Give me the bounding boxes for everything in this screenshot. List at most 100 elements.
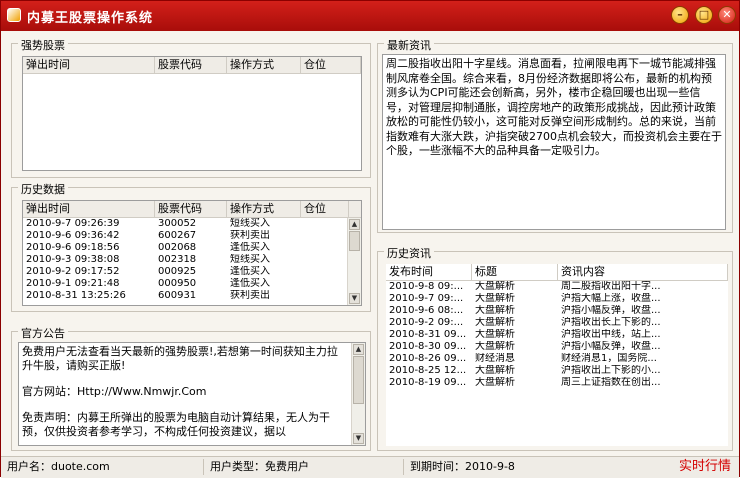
history-cell: 600267 [158, 230, 197, 241]
strong-stocks-label: 强势股票 [18, 37, 68, 53]
column-header[interactable]: 股票代码 [155, 57, 227, 73]
maximize-button[interactable]: □ [695, 6, 713, 24]
news-history-cell: 2010-9-2 09:... [389, 317, 464, 328]
column-header[interactable]: 操作方式 [227, 57, 301, 73]
scroll-down-icon[interactable]: ▼ [349, 293, 360, 304]
history-data-list[interactable]: 弹出时间 股票代码 操作方式 仓位 2010-9-7 09:26:39 30005… [22, 200, 362, 306]
history-cell: 000950 [158, 278, 197, 289]
history-rows: 2010-9-7 09:26:39 300052 短线买入 2010-9-6 09:3… [23, 218, 361, 302]
news-history-row[interactable]: 2010-9-6 08:... 大盘解析 沪指小幅反弹，收盘... [386, 305, 728, 317]
history-cell: 逢低买入 [230, 278, 270, 289]
close-button[interactable]: ✕ [718, 6, 736, 24]
news-history-cell: 周二股指收出阳十字... [561, 281, 661, 292]
history-cell: 2010-9-1 09:21:48 [26, 278, 120, 289]
news-history-cell: 沪指大幅上涨，收盘... [561, 293, 661, 304]
news-history-cell: 2010-8-26 09... [389, 353, 467, 364]
news-history-cell: 沪指小幅反弹，收盘... [561, 305, 661, 316]
notice-textbox[interactable]: 免费用户无法查看当天最新的强势股票!,若想第一时间获知主力拉升牛股，请购买正版!… [18, 342, 366, 446]
history-row[interactable]: 2010-9-3 09:38:08 002318 短线买入 [23, 254, 361, 266]
column-header[interactable]: 仓位 [301, 201, 349, 217]
news-history-group: 历史资讯 发布时间 标题 资讯内容 2010-9-8 09:... 大盘解析 周二股… [377, 245, 733, 451]
scroll-up-icon[interactable]: ▲ [353, 344, 364, 355]
app-logo-icon [7, 8, 21, 22]
column-header[interactable]: 股票代码 [155, 201, 227, 217]
history-cell: 2010-9-3 09:38:08 [26, 254, 120, 265]
scroll-up-icon[interactable]: ▲ [349, 219, 360, 230]
history-cell [301, 242, 349, 254]
news-history-row[interactable]: 2010-8-30 09... 大盘解析 沪指小幅反弹，收盘... [386, 341, 728, 353]
scroll-down-icon[interactable]: ▼ [353, 433, 364, 444]
status-username: 用户名：duote.com [7, 460, 110, 473]
news-history-row[interactable]: 2010-8-26 09... 财经消息 财经消息1，国务院... [386, 353, 728, 365]
notice-label: 官方公告 [18, 325, 68, 341]
scroll-thumb[interactable] [349, 231, 360, 251]
news-history-cell: 2010-8-30 09... [389, 341, 467, 352]
history-scrollbar[interactable]: ▲ ▼ [347, 218, 361, 305]
history-cell [301, 290, 349, 302]
history-cell: 600931 [158, 290, 197, 301]
news-history-cell: 2010-9-6 08:... [389, 305, 464, 316]
window-title: 内募王股票操作系统 [27, 11, 154, 26]
news-history-row[interactable]: 2010-9-2 09:... 大盘解析 沪指收出长上下影的... [386, 317, 728, 329]
news-history-header: 发布时间 标题 资讯内容 [386, 264, 728, 281]
notice-line1: 免费用户无法查看当天最新的强势股票!,若想第一时间获知主力拉升牛股，请购买正版! [22, 345, 338, 372]
status-expire-date: 到期时间：2010-9-8 [403, 459, 590, 475]
notice-disclaimer: 免责声明：内募王所弹出的股票为电脑自动计算结果，无人为干预，仅供投资者参考学习，… [22, 411, 330, 438]
notice-website[interactable]: 官方网站：Http://Www.Nmwjr.Com [22, 385, 347, 399]
live-quotes-link[interactable]: 实时行情 [679, 459, 731, 475]
news-history-row[interactable]: 2010-9-7 09:... 大盘解析 沪指大幅上涨，收盘... [386, 293, 728, 305]
latest-news-group: 最新资讯 周二股指收出阳十字星线。消息面看，拉闸限电再下一城节能减排强制风席卷全… [377, 37, 733, 233]
column-header[interactable]: 发布时间 [386, 264, 472, 280]
news-history-cell: 财经消息1，国务院... [561, 353, 657, 364]
latest-news-text[interactable]: 周二股指收出阳十字星线。消息面看，拉闸限电再下一城节能减排强制风席卷全国。综合来… [382, 54, 726, 230]
history-cell [301, 266, 349, 278]
news-history-cell: 沪指收出上下影的小... [561, 365, 661, 376]
notice-group: 官方公告 免费用户无法查看当天最新的强势股票!,若想第一时间获知主力拉升牛股，请… [11, 325, 371, 451]
history-cell [301, 254, 349, 266]
column-header[interactable]: 标题 [472, 264, 558, 280]
history-cell: 逢低买入 [230, 242, 270, 253]
strong-stocks-list[interactable]: 弹出时间 股票代码 操作方式 仓位 [22, 56, 362, 171]
news-history-cell: 大盘解析 [475, 281, 515, 292]
news-history-cell: 大盘解析 [475, 365, 515, 376]
column-header[interactable]: 操作方式 [227, 201, 301, 217]
notice-scrollbar[interactable]: ▲ ▼ [351, 343, 365, 445]
history-cell: 002068 [158, 242, 197, 253]
news-history-row[interactable]: 2010-8-19 09... 大盘解析 周三上证指数在创出... [386, 377, 728, 389]
history-row[interactable]: 2010-9-6 09:36:42 600267 获利卖出 [23, 230, 361, 242]
column-header[interactable]: 弹出时间 [23, 57, 155, 73]
news-history-row[interactable]: 2010-8-25 12... 大盘解析 沪指收出上下影的小... [386, 365, 728, 377]
history-cell: 2010-9-7 09:26:39 [26, 218, 120, 229]
history-cell [301, 218, 349, 230]
history-cell: 2010-8-31 13:25:26 [26, 290, 126, 301]
scroll-thumb[interactable] [353, 356, 364, 404]
minimize-button[interactable]: – [671, 6, 689, 24]
history-row[interactable]: 2010-9-7 09:26:39 300052 短线买入 [23, 218, 361, 230]
history-cell: 2010-9-2 09:17:52 [26, 266, 120, 277]
column-header[interactable]: 仓位 [301, 57, 361, 73]
title-bar[interactable]: 内募王股票操作系统 – □ ✕ [1, 1, 739, 31]
strong-stocks-header: 弹出时间 股票代码 操作方式 仓位 [23, 57, 361, 74]
column-header[interactable]: 资讯内容 [558, 264, 728, 280]
news-history-cell: 沪指收出长上下影的... [561, 317, 661, 328]
news-history-list[interactable]: 发布时间 标题 资讯内容 2010-9-8 09:... 大盘解析 周二股指收出阳十… [386, 264, 728, 446]
news-history-row[interactable]: 2010-9-8 09:... 大盘解析 周二股指收出阳十字... [386, 281, 728, 293]
news-history-cell: 大盘解析 [475, 377, 515, 388]
history-row[interactable]: 2010-9-2 09:17:52 000925 逢低买入 [23, 266, 361, 278]
news-history-cell: 2010-8-19 09... [389, 377, 467, 388]
history-row[interactable]: 2010-8-31 13:25:26 600931 获利卖出 [23, 290, 361, 302]
history-cell: 2010-9-6 09:18:56 [26, 242, 120, 253]
news-history-row[interactable]: 2010-8-31 09... 大盘解析 沪指收出中线，站上... [386, 329, 728, 341]
history-cell [301, 278, 349, 290]
history-cell: 002318 [158, 254, 197, 265]
history-row[interactable]: 2010-9-6 09:18:56 002068 逢低买入 [23, 242, 361, 254]
history-data-header: 弹出时间 股票代码 操作方式 仓位 [23, 201, 361, 218]
news-history-cell: 大盘解析 [475, 293, 515, 304]
history-data-group: 历史数据 弹出时间 股票代码 操作方式 仓位 2010-9-7 09:26:39… [11, 181, 371, 312]
news-history-cell: 沪指收出中线，站上... [561, 329, 661, 340]
news-history-cell: 大盘解析 [475, 341, 515, 352]
strong-stocks-group: 强势股票 弹出时间 股票代码 操作方式 仓位 [11, 37, 371, 178]
column-header[interactable]: 弹出时间 [23, 201, 155, 217]
history-cell: 获利卖出 [230, 230, 270, 241]
history-row[interactable]: 2010-9-1 09:21:48 000950 逢低买入 [23, 278, 361, 290]
